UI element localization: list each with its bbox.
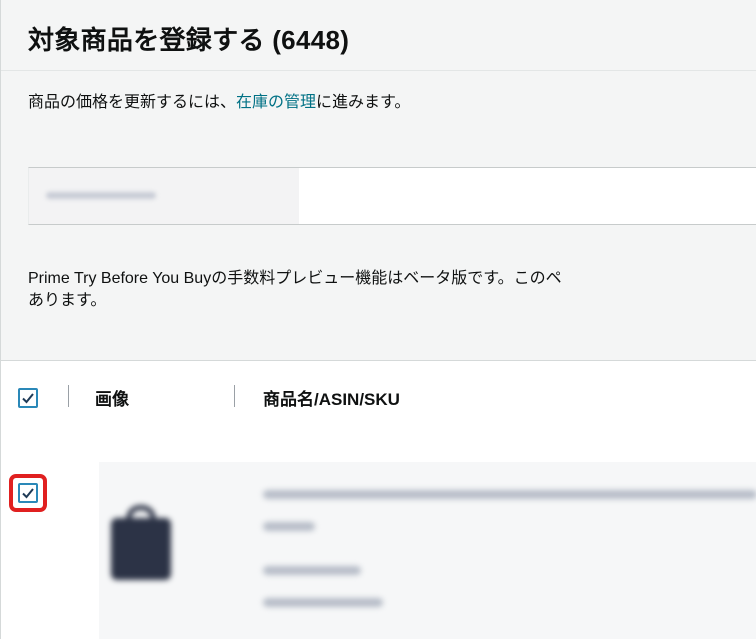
- subtitle-text-after: に進みます。: [316, 94, 411, 111]
- page: 対象商品を登録する (6448) 商品の価格を更新するには、在庫の管理に進みます…: [0, 0, 756, 639]
- asin-blurred: [263, 566, 361, 575]
- column-separator: [234, 385, 235, 407]
- table-header: 画像 商品名/ASIN/SKU: [0, 360, 756, 430]
- checkmark-icon: [22, 393, 34, 404]
- product-name-blurred: [263, 490, 756, 499]
- sku-blurred: [263, 598, 383, 607]
- row-content-background: [99, 462, 756, 639]
- row-select-checkbox[interactable]: [18, 483, 38, 503]
- table-row: [0, 430, 756, 639]
- product-name-blurred-line-2: [263, 522, 315, 531]
- subtitle-text-before: 商品の価格を更新するには、: [28, 94, 237, 111]
- page-title: 対象商品を登録する (6448): [28, 25, 350, 55]
- manage-inventory-link[interactable]: 在庫の管理: [236, 94, 316, 111]
- checkmark-icon: [22, 488, 34, 499]
- product-image: [111, 505, 171, 580]
- search-field[interactable]: [28, 167, 756, 225]
- select-all-checkbox[interactable]: [18, 388, 38, 408]
- column-header-product-name[interactable]: 商品名/ASIN/SKU: [263, 385, 400, 410]
- header-panel: 対象商品を登録する (6448) 商品の価格を更新するには、在庫の管理に進みます…: [0, 0, 756, 360]
- beta-notice-line-1: Prime Try Before You Buyの手数料プレビュー機能はベータ版…: [28, 270, 562, 287]
- column-separator: [68, 385, 69, 407]
- subtitle: 商品の価格を更新するには、在庫の管理に進みます。: [28, 88, 410, 112]
- beta-notice-line-2: あります。: [28, 292, 107, 309]
- redacted-text-blur: [46, 192, 156, 199]
- search-redacted-value: [29, 168, 299, 224]
- title-divider: [1, 70, 756, 71]
- beta-notice: Prime Try Before You Buyの手数料プレビュー機能はベータ版…: [28, 268, 756, 312]
- column-header-image[interactable]: 画像: [95, 385, 129, 410]
